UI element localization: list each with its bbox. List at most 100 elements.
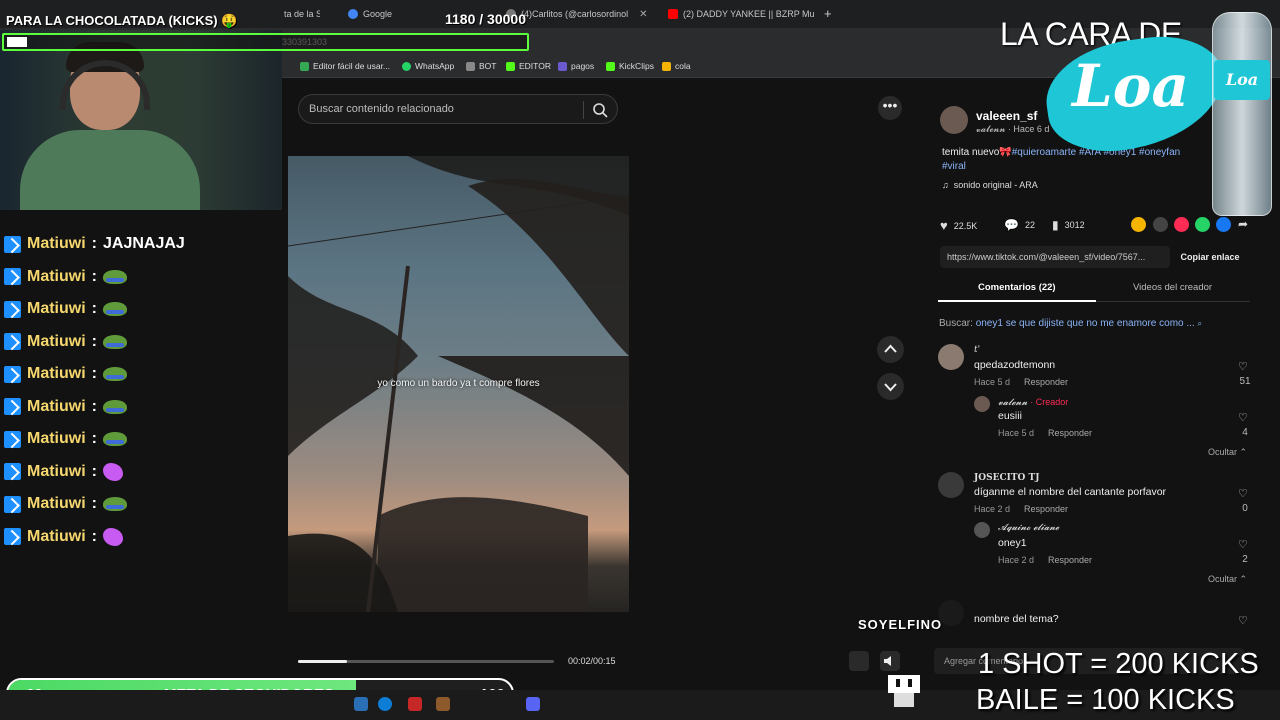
search-icon[interactable] (591, 101, 609, 119)
avatar[interactable] (938, 472, 964, 498)
reply-button[interactable]: Responder (1048, 555, 1092, 565)
heart-outline-icon[interactable]: ♡ (1238, 411, 1248, 424)
chat-message: Matiuwi: (4, 295, 127, 323)
chat-username[interactable]: Matiuwi (27, 398, 86, 416)
chat-username[interactable]: Matiuwi (27, 333, 86, 351)
search-prefix: Buscar: (939, 318, 973, 329)
chat-username[interactable]: Matiuwi (27, 528, 86, 546)
kick-goal-target: / 30000 (479, 11, 526, 27)
hide-replies-button[interactable]: Ocultar ⌃ (1208, 447, 1247, 458)
taskbar-app-icon[interactable] (354, 697, 368, 711)
kick-badge-icon (4, 300, 21, 318)
reply-button[interactable]: Responder (1024, 377, 1068, 387)
chevron-up-icon: ⌃ (1239, 574, 1248, 584)
tab-comments[interactable]: Comentarios (22) (978, 282, 1056, 293)
embed-icon[interactable] (1153, 217, 1168, 232)
webcam-feed (0, 30, 282, 210)
comment-search-suggestion[interactable]: Buscar: oney1 se que dijiste que no me e… (939, 318, 1202, 329)
bookmark-bot[interactable]: BOT (466, 61, 496, 71)
coin-icon[interactable] (1131, 217, 1146, 232)
kick-badge-icon (4, 398, 21, 415)
author-username[interactable]: valeeen_sf (976, 109, 1037, 123)
copy-link-button[interactable]: Copiar enlace (1174, 246, 1246, 268)
reply-like-count: 4 (1242, 427, 1248, 438)
reply-author[interactable]: 𝓿𝓪𝓵𝓮𝓷𝓷 · Creador (998, 397, 1068, 408)
bookmark-editor2[interactable]: EDITOR (506, 61, 551, 71)
heart-outline-icon[interactable]: ♡ (1238, 538, 1248, 551)
video-link[interactable]: https://www.tiktok.com/@valeeen_sf/video… (940, 246, 1170, 268)
send-icon[interactable] (1174, 217, 1189, 232)
folder-icon (466, 61, 475, 71)
taskbar-app-icon[interactable] (436, 697, 450, 711)
tab-creator-videos[interactable]: Videos del creador (1133, 282, 1212, 293)
hashtag[interactable]: #quieroamarte (1012, 147, 1076, 158)
search-input[interactable]: Buscar contenido relacionado (309, 103, 454, 115)
chat-message: Matiuwi: (4, 360, 127, 388)
chat-text: JAJNAJAJ (103, 235, 185, 252)
comment-author[interactable]: t' (974, 345, 980, 355)
hashtag[interactable]: #oneyfan (1139, 147, 1180, 158)
share-arrow-icon[interactable]: ➦ (1238, 217, 1253, 232)
chat-username[interactable]: Matiuwi (27, 268, 86, 286)
like-button[interactable]: ♥ 22.5K (940, 218, 977, 233)
bookmark-label: Editor fácil de usar... (313, 61, 391, 71)
avatar[interactable] (940, 106, 968, 134)
tab-label: Google (363, 9, 393, 19)
chat-username[interactable]: Matiuwi (27, 430, 86, 448)
bookmark-cola[interactable]: cola (662, 61, 691, 71)
close-icon[interactable]: ✕ (639, 9, 647, 20)
reply-author[interactable]: 𝓐𝓺𝓾𝓲𝓷𝓸 𝓮𝓵𝓲𝓪𝓷𝓮 (998, 523, 1059, 533)
tab-1[interactable]: ta de la S (284, 4, 320, 24)
tab-youtube[interactable]: (2) DADDY YANKEE || BZRP Mu✕ (668, 4, 816, 24)
whatsapp-icon[interactable] (1195, 217, 1210, 232)
volume-icon[interactable] (880, 651, 900, 671)
heart-outline-icon[interactable]: ♡ (1238, 487, 1248, 500)
bookmark-kickclips[interactable]: KickClips (606, 61, 654, 71)
related-search[interactable]: Buscar contenido relacionado (298, 94, 618, 124)
heart-outline-icon[interactable]: ♡ (1238, 360, 1248, 373)
search-suggestion: oney1 se que dijiste que no me enamore c… (975, 318, 1195, 329)
chat-username[interactable]: Matiuwi (27, 235, 86, 253)
chat-username[interactable]: Matiuwi (27, 463, 86, 481)
chat-username[interactable]: Matiuwi (27, 495, 86, 513)
taskbar-app-icon[interactable] (408, 697, 422, 711)
discord-icon[interactable] (526, 697, 540, 711)
video-time: 00:02/00:15 (568, 656, 616, 666)
kick-goal-title: PARA LA CHOCOLATADA (KICKS) 🤑 (6, 13, 238, 28)
more-options-icon[interactable]: ••• (878, 96, 902, 120)
hide-replies-button[interactable]: Ocultar ⌃ (1208, 574, 1247, 585)
chat-username[interactable]: Matiuwi (27, 365, 86, 383)
butterfly-emote-icon (103, 462, 123, 481)
avatar[interactable] (974, 522, 990, 538)
reply-button[interactable]: Responder (1048, 428, 1092, 438)
tab-kick[interactable]: (4)Carlitos (@carlosordinol ✕ (506, 4, 656, 24)
comment-time: Hace 2 d (974, 504, 1011, 514)
butterfly-emote-icon (103, 527, 123, 546)
reply-button[interactable]: Responder (1024, 504, 1068, 514)
new-tab-button[interactable]: + (824, 6, 832, 21)
sound-link[interactable]: ♫ sonido original - ARA (942, 180, 1038, 190)
kick-badge-icon (4, 268, 21, 285)
avatar[interactable] (938, 344, 964, 370)
comment-author[interactable]: JOSECITO TJ (974, 473, 1039, 483)
hashtag[interactable]: #viral (942, 161, 966, 172)
bookmark-label: BOT (479, 61, 497, 71)
video-player[interactable]: yo como un bardo ya t compre flores (288, 156, 629, 612)
video-progress[interactable] (298, 660, 554, 663)
kick-badge-icon (4, 333, 21, 350)
facebook-icon[interactable] (1216, 217, 1231, 232)
chat-username[interactable]: Matiuwi (27, 300, 86, 318)
avatar[interactable] (974, 396, 990, 412)
progress-fill (298, 660, 347, 663)
bookmark-whatsapp[interactable]: WhatsApp (402, 61, 454, 71)
edge-icon[interactable] (378, 697, 392, 711)
previous-video-button[interactable] (877, 336, 904, 363)
save-button[interactable]: ▮ 3012 (1052, 218, 1085, 232)
bookmark-editor[interactable]: Editor fácil de usar... (300, 61, 390, 71)
comment-button[interactable]: 💬 22 (1004, 218, 1035, 232)
next-video-button[interactable] (877, 373, 904, 400)
frog-emote-icon (103, 334, 127, 349)
bookmark-pagos[interactable]: pagos (558, 61, 594, 71)
heart-outline-icon[interactable]: ♡ (1238, 614, 1248, 627)
pip-button[interactable] (849, 651, 869, 671)
